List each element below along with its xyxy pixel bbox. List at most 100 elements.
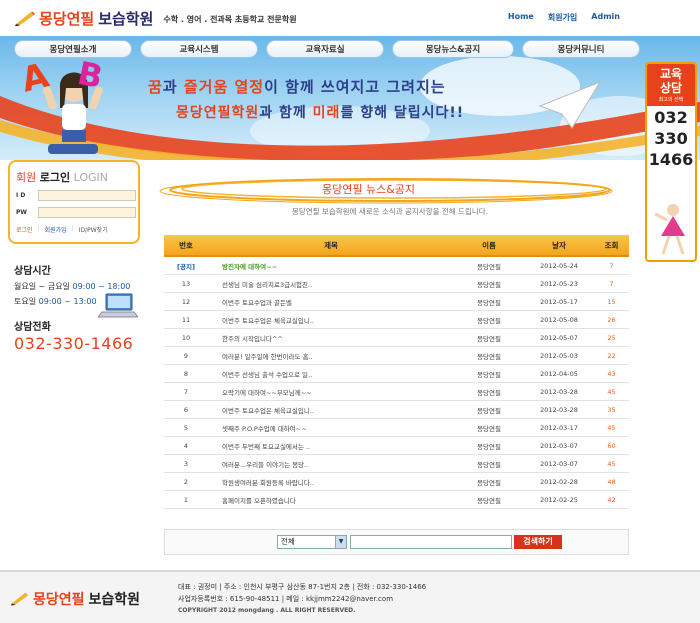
board-rows: [공지] 방진자에 대하여~~ 몽당연필 2012-05-24 7 13 선생님 미술 심리… xyxy=(164,257,629,509)
row-subject-link[interactable]: 이번주 토요수업과 골든벨 xyxy=(208,297,454,307)
row-name: 몽당연필 xyxy=(477,442,501,451)
login-links: 로그인 | 회원가입 | ID/PW찾기 xyxy=(16,225,108,234)
row-subject-link[interactable]: 이번주 토요수업은 체육교실입니.. xyxy=(208,405,454,415)
find-account-link[interactable]: ID/PW찾기 xyxy=(79,225,108,234)
row-subject-link[interactable]: 방진자에 대하여~~ xyxy=(208,261,454,271)
row-date: 2012-05-24 xyxy=(540,261,578,270)
row-subject-link[interactable]: 홈페이지를 오픈하였습니다 xyxy=(208,495,454,505)
row-no: 5 xyxy=(183,423,189,432)
row-name: 몽당연필 xyxy=(477,478,501,487)
table-row[interactable]: 2 학원생여러분 회원등록 바랍니다.. 몽당연필 2012-02-28 48 xyxy=(164,473,629,491)
row-subject-link[interactable]: 여러분! 일주일에 한번이라도 홈.. xyxy=(208,351,454,361)
row-subject-link[interactable]: 셋째주 P.O.P수업에 대하여~~ xyxy=(208,423,454,433)
slogan1-and: 과 xyxy=(162,78,184,96)
nav-item-about[interactable]: 몽당연필소개 xyxy=(14,40,132,58)
slogan2-with: 과 함께 xyxy=(259,105,313,121)
row-name: 몽당연필 xyxy=(477,298,501,307)
row-name: 몽당연필 xyxy=(477,280,501,289)
col-date: 날자 xyxy=(552,240,566,250)
footer-logo-dark: 보습학원 xyxy=(88,592,141,608)
logo-text-dark: 보습학원 xyxy=(98,10,154,28)
row-name: 몽당연필 xyxy=(477,262,501,271)
table-row[interactable]: 5 셋째주 P.O.P수업에 대하여~~ 몽당연필 2012-03-17 45 xyxy=(164,419,629,437)
row-date: 2012-03-28 xyxy=(540,387,578,396)
row-hits: 45 xyxy=(607,387,616,396)
search-input[interactable] xyxy=(350,535,512,549)
row-subject-link[interactable]: 여러분...우리들 이야기는 몽당.. xyxy=(208,459,454,469)
table-row[interactable]: 12 이번주 토요수업과 골든벨 몽당연필 2012-05-17 15 xyxy=(164,293,629,311)
slogan2-rest: 를 향해 달립시다!! xyxy=(340,105,465,121)
login-title-member: 회원 xyxy=(16,171,37,184)
saturday-time: 09:00 ~ 13:00 xyxy=(38,297,97,306)
board-search: 전체 ▼ 검색하기 xyxy=(164,529,629,555)
pw-input[interactable] xyxy=(38,207,136,218)
id-input[interactable] xyxy=(38,190,136,201)
slogan1-dream: 꿈 xyxy=(148,78,163,96)
row-subject-link[interactable]: 이번주 선생님 출석 수업으로 일.. xyxy=(208,369,454,379)
home-link[interactable]: Home xyxy=(508,12,534,23)
table-row[interactable]: 11 이번주 토요수업은 체육교실입니.. 몽당연필 2012-05-08 26 xyxy=(164,311,629,329)
row-date: 2012-03-17 xyxy=(540,423,578,432)
table-row[interactable]: 7 오락기에 대하여~~부모님께~~ 몽당연필 2012-03-28 45 xyxy=(164,383,629,401)
search-button[interactable]: 검색하기 xyxy=(514,535,562,549)
consult-phone: 상담전화 032-330-1466 xyxy=(14,318,133,353)
consult-title-2: 상담 xyxy=(659,81,683,95)
search-field-select[interactable]: 전체 ▼ xyxy=(277,535,347,549)
hours-weekday: 월요일 ~ 금요일 09:00 ~ 18:00 xyxy=(14,281,144,292)
row-subject-link[interactable]: 선생님 미술 심리치료3급시험친.. xyxy=(208,279,454,289)
slogan2-academy: 몽당연필학원 xyxy=(176,105,260,121)
table-row[interactable]: [공지] 방진자에 대하여~~ 몽당연필 2012-05-24 7 xyxy=(164,257,629,275)
consult-number-3: 1466 xyxy=(648,150,694,169)
main-nav: 몽당연필소개 교육시스템 교육자료실 몽당뉴스&공지 몽당커뮤니티 xyxy=(0,40,700,60)
row-name: 몽당연필 xyxy=(477,370,501,379)
consult-title-1: 교육 xyxy=(659,67,683,81)
nav-item-materials[interactable]: 교육자료실 xyxy=(266,40,384,58)
row-no: 6 xyxy=(183,405,189,414)
login-button[interactable]: 로그인 xyxy=(16,225,33,234)
row-subject-link[interactable]: 이번주 두번째 토요교실에서는 .. xyxy=(208,441,454,451)
row-hits: 48 xyxy=(607,477,616,486)
id-label: I D xyxy=(16,192,26,199)
pencil-icon xyxy=(10,592,29,606)
row-name: 몽당연필 xyxy=(477,424,501,433)
table-row[interactable]: 9 여러분! 일주일에 한번이라도 홈.. 몽당연필 2012-05-03 22 xyxy=(164,347,629,365)
search-select-value: 전체 xyxy=(281,537,295,546)
join-link[interactable]: 회원가입 xyxy=(548,12,577,23)
pencil-icon xyxy=(14,10,36,26)
login-title: 회원 로그인 LOGIN xyxy=(16,169,108,185)
admin-link[interactable]: Admin xyxy=(591,12,620,23)
join-button[interactable]: 회원가입 xyxy=(45,225,67,234)
pw-label: PW xyxy=(16,209,28,216)
table-row[interactable]: 3 여러분...우리들 이야기는 몽당.. 몽당연필 2012-03-07 45 xyxy=(164,455,629,473)
table-row[interactable]: 8 이번주 선생님 출석 수업으로 일.. 몽당연필 2012-04-05 43 xyxy=(164,365,629,383)
header: 몽당연필 보습학원 수학 . 영어 . 전과목 초등학교 전문학원 Home 회… xyxy=(0,0,700,38)
slogan1-joy: 즐거움 열정 xyxy=(183,78,265,96)
col-no: 번호 xyxy=(179,240,193,250)
consult-caption: 최고의 선택 xyxy=(647,95,695,106)
table-row[interactable]: 6 이번주 토요수업은 체육교실입니.. 몽당연필 2012-03-28 35 xyxy=(164,401,629,419)
table-row[interactable]: 10 한주의 시작입니다^^ 몽당연필 2012-05-07 25 xyxy=(164,329,629,347)
site-logo[interactable]: 몽당연필 보습학원 수학 . 영어 . 전과목 초등학교 전문학원 xyxy=(14,8,297,29)
slogan-line-1: 꿈과 즐거움 열정이 함께 쓰여지고 그려지는 xyxy=(148,76,446,97)
nav-item-news[interactable]: 몽당뉴스&공지 xyxy=(392,40,514,58)
table-row[interactable]: 4 이번주 두번째 토요교실에서는 .. 몽당연필 2012-03-07 60 xyxy=(164,437,629,455)
table-row[interactable]: 13 선생님 미술 심리치료3급시험친.. 몽당연필 2012-05-23 7 xyxy=(164,275,629,293)
row-hits: 26 xyxy=(607,315,616,324)
row-subject-link[interactable]: 이번주 토요수업은 체육교실입니.. xyxy=(208,315,454,325)
row-subject-link[interactable]: 한주의 시작입니다^^ xyxy=(208,333,454,343)
row-subject-link[interactable]: 오락기에 대하여~~부모님께~~ xyxy=(208,387,454,397)
phone-number: 032-330-1466 xyxy=(14,334,134,353)
row-no: [공지] xyxy=(177,262,195,271)
board-title-area: 몽당연필 뉴스&공지 xyxy=(150,176,630,206)
consult-banner[interactable]: 교육 상담 최고의 선택 032 330 1466 xyxy=(645,62,697,262)
nav-item-system[interactable]: 교육시스템 xyxy=(140,40,258,58)
board-header: 번호 제목 이름 날자 조회 xyxy=(164,235,629,257)
board-subtitle: 몽당연필 보습학원에 새로운 소식과 공지사항을 전해 드립니다. xyxy=(291,207,489,216)
footer-info: 대표 : 권정미 | 주소 : 인천시 부평구 삼산동 87-1번지 2층 | … xyxy=(178,581,426,617)
row-subject-link[interactable]: 학원생여러분 회원등록 바랍니다.. xyxy=(208,477,454,487)
board-table: 번호 제목 이름 날자 조회 [공지] 방진자에 대하여~~ 몽당연필 2012-05… xyxy=(164,235,629,509)
login-title-en: LOGIN xyxy=(73,171,109,184)
nav-item-community[interactable]: 몽당커뮤니티 xyxy=(522,40,640,58)
table-row[interactable]: 1 홈페이지를 오픈하였습니다 몽당연필 2012-02-25 42 xyxy=(164,491,629,509)
row-date: 2012-05-23 xyxy=(540,279,578,288)
